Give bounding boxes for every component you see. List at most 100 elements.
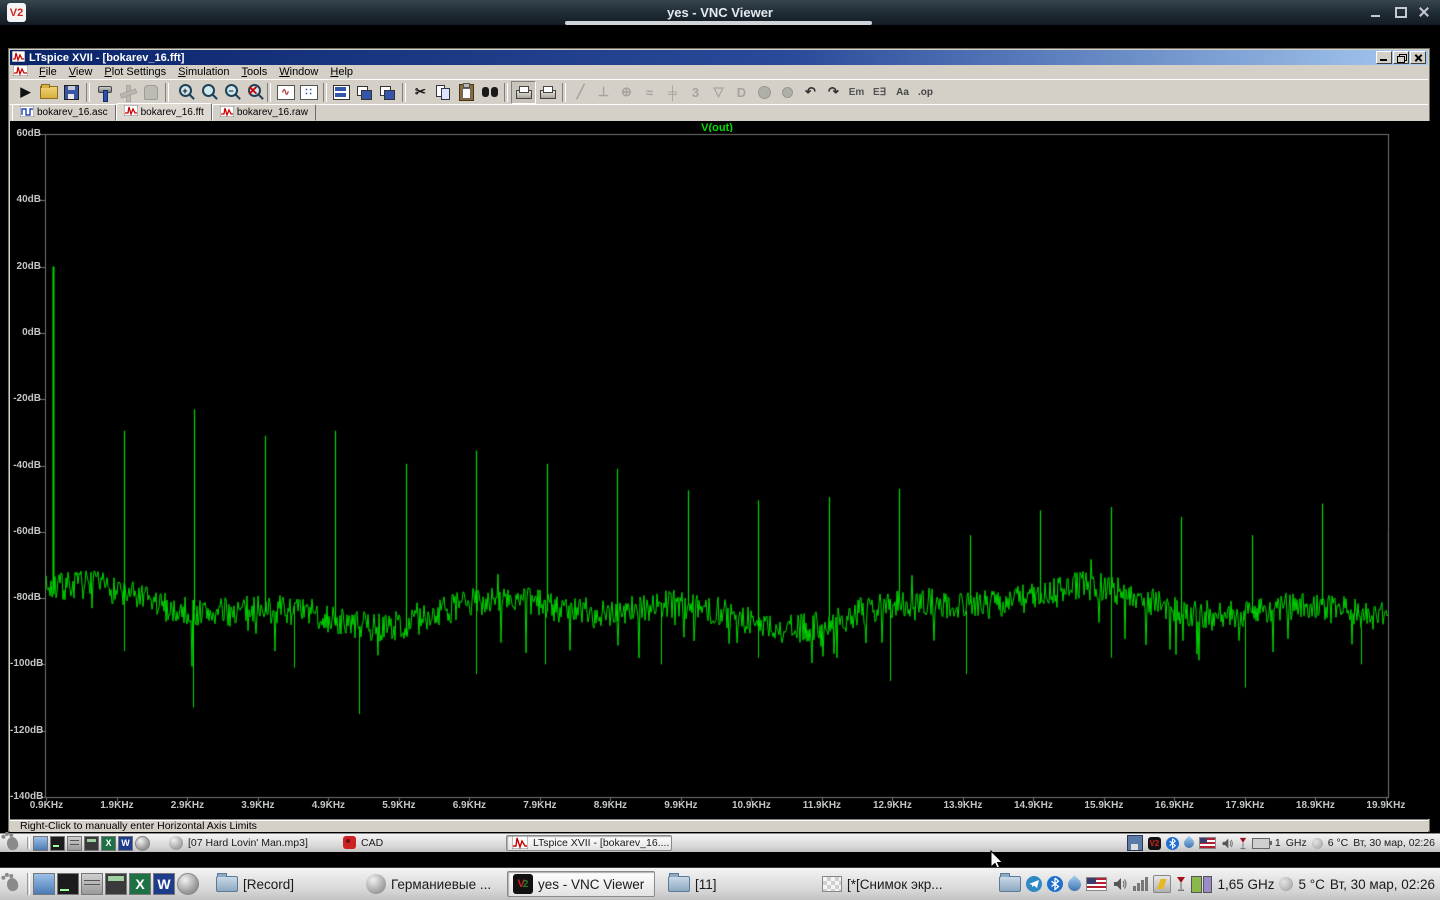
mdi-child-icon[interactable] [13,65,28,79]
excel-icon[interactable]: X [101,836,116,851]
cpu-battery-icon[interactable] [1191,876,1212,893]
control-panel-button[interactable] [93,82,116,103]
start-menu-foot-icon[interactable] [6,835,19,850]
menu-plot-settings[interactable]: Plot Settings [98,65,172,79]
zoom-out-button[interactable]: − [218,82,241,103]
tile-horizontal-button[interactable] [330,82,353,103]
plot-settings-button[interactable]: ∷ [297,82,320,103]
find-button[interactable] [478,82,501,103]
minimize-button[interactable] [1368,4,1384,20]
open-button[interactable] [37,82,60,103]
close-button[interactable] [1410,51,1426,64]
water-drop-icon[interactable] [1066,875,1084,893]
task-ltspice[interactable]: LTspice XVII - [bokarev_16.... [506,835,672,850]
menu-window[interactable]: Window [273,65,324,79]
zoom-full-extents-button[interactable]: ✕ [241,82,264,103]
bluetooth-icon[interactable] [1166,837,1179,850]
place-text-icon[interactable]: Aa [891,82,914,103]
file-cabinet-icon[interactable] [67,836,82,851]
calculator-icon[interactable] [105,873,127,895]
close-button[interactable] [1416,4,1432,20]
vnc-task-icon: V2 [513,874,533,894]
spice-directive-icon[interactable]: .op [914,82,937,103]
zoom-area-button[interactable] [195,82,218,103]
tab-bokarev_16.fft[interactable]: bokarev_16.fft [116,103,212,121]
cascade-windows-button[interactable] [376,82,399,103]
excel-icon[interactable]: X [129,873,151,895]
menu-help[interactable]: Help [324,65,359,79]
autorange-y-axis-button[interactable]: ∿ [274,82,297,103]
task-label: [11] [695,877,717,892]
maximize-button[interactable] [1392,4,1408,20]
power-icon[interactable] [1153,875,1171,893]
calculator-icon[interactable] [84,836,99,851]
start-menu-foot-icon[interactable] [6,876,19,891]
copy-button[interactable] [432,82,455,103]
file-manager-icon[interactable] [999,876,1021,892]
terminal-icon[interactable] [50,836,65,851]
task-vnc[interactable]: V2yes - VNC Viewer [507,871,655,898]
tab-bokarev_16.raw[interactable]: bokarev_16.raw [212,104,316,121]
us-flag-icon[interactable] [1199,837,1216,849]
ltspice-titlebar[interactable]: LTspice XVII - [bokarev_16.fft] [10,50,1428,65]
menu-view[interactable]: View [63,65,99,79]
rotate-icon[interactable]: E∃ [868,82,891,103]
file-cabinet-icon[interactable] [81,873,103,895]
print-preview-button[interactable] [536,82,559,103]
task-folder[interactable]: [Record] [211,871,319,898]
fft-plot-canvas[interactable] [37,132,1393,806]
drag-icon [782,87,793,98]
new-schematic-icon[interactable]: ▶ [14,82,37,103]
wine-icon[interactable] [1239,837,1247,850]
task-image[interactable]: [*[Снимок экр... [817,871,953,898]
vnc-icon[interactable]: V2 [1148,837,1161,850]
clock[interactable]: Вт, 30 мар, 02:26 [1353,837,1435,849]
volume-icon[interactable] [1112,876,1128,892]
volume-icon[interactable] [1221,837,1234,850]
plot-pane[interactable]: V(out) 60dB40dB20dB0dB-20dB-40dB-60dB-80… [10,121,1430,819]
menu-simulation[interactable]: Simulation [172,65,235,79]
y-axis-label: -20dB [10,393,41,405]
task-sphere[interactable]: Германиевые ... [361,871,499,898]
save-button[interactable] [60,82,83,103]
terminal-icon[interactable] [57,873,79,895]
task-sphere[interactable]: [07 Hard Lovin' Man.mp3] [164,835,314,850]
zoom-in-button[interactable]: + [172,82,195,103]
telegram-icon[interactable] [1026,876,1042,892]
sphere-task-icon [366,874,386,894]
tab-bokarev_16.asc[interactable]: bokarev_16.asc [12,104,116,121]
tile-vertical-button[interactable] [353,82,376,103]
wine-icon[interactable] [1176,876,1186,892]
menu-file[interactable]: File [33,65,63,79]
clock[interactable]: Вт, 30 мар, 02:26 [1330,877,1435,892]
undo-icon[interactable]: ↶ [799,82,822,103]
paste-button[interactable] [455,82,478,103]
mirror-icon[interactable]: Em [845,82,868,103]
redo-icon[interactable]: ↷ [822,82,845,103]
signal-icon[interactable] [1133,877,1148,891]
task-cad[interactable]: CAD [338,835,384,850]
bluetooth-icon[interactable] [1047,876,1063,892]
print-button[interactable] [511,81,536,104]
menu-tools[interactable]: Tools [236,65,274,79]
cut-icon[interactable]: ✂ [409,82,432,103]
minimize-button[interactable] [1376,51,1392,64]
drag-button [776,82,799,103]
place-inductor-icon: 3 [684,82,707,103]
water-drop-icon[interactable] [1182,836,1196,850]
screenshot-floppy-icon[interactable] [1127,835,1143,851]
battery-icon[interactable] [1252,838,1270,849]
web-browser-icon[interactable] [177,873,199,895]
us-flag-icon[interactable] [1086,877,1107,891]
tab-label: bokarev_16.asc [37,107,108,118]
word-icon[interactable]: W [118,836,133,851]
task-folder[interactable]: [11] [663,871,721,898]
y-axis-label: 60dB [10,128,41,140]
word-icon[interactable]: W [153,873,175,895]
screenshot-tool-icon[interactable] [33,836,48,851]
schematic-icon [20,106,34,120]
toolbar-separator [562,83,566,102]
restore-button[interactable] [1393,51,1409,64]
web-browser-icon[interactable] [135,836,150,851]
screenshot-tool-icon[interactable] [33,873,55,895]
